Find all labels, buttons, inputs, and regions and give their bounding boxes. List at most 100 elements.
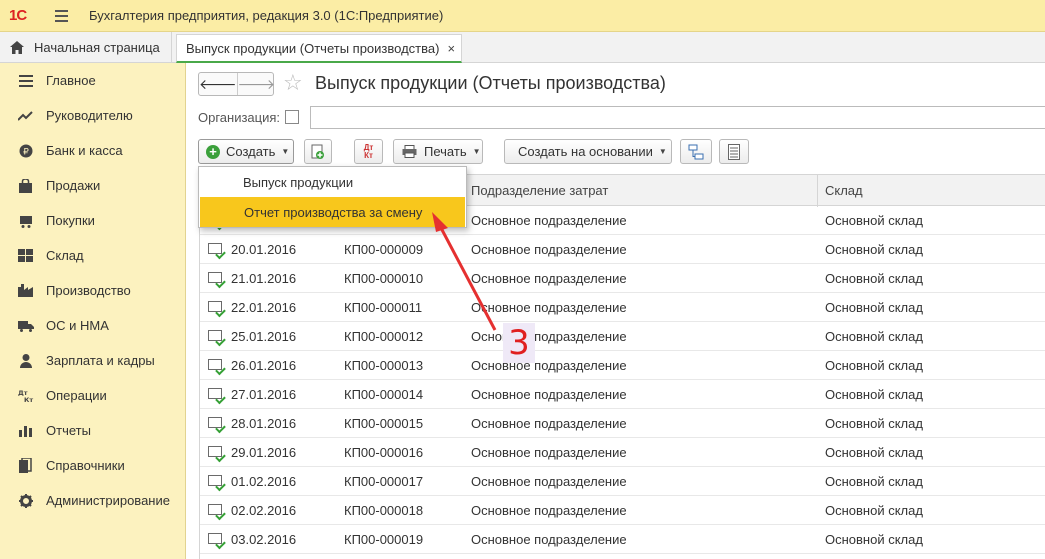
step-number-badge: 3 [503, 323, 535, 363]
cell-department: Основное подразделение [471, 387, 627, 402]
table-row[interactable]: 22.01.2016 КП00-000011 Основное подразделе… [200, 293, 1045, 322]
sidebar: Главное Руководителю ₽ Банк и касса Продажи П… [0, 63, 186, 559]
menu-lines-icon [17, 74, 34, 88]
dt-kt-button[interactable]: Дт Кт [354, 139, 383, 164]
col-header-department[interactable]: Подразделение затрат [471, 183, 608, 198]
sidebar-item[interactable]: Отчеты [0, 413, 185, 448]
sidebar-item[interactable]: Продажи [0, 168, 185, 203]
sidebar-item-label: Главное [46, 73, 96, 88]
cell-department: Основное подразделение [471, 329, 627, 344]
cell-warehouse: Основной склад [825, 213, 923, 228]
create-button[interactable]: + Создать ▼ [198, 139, 294, 164]
cart-icon [17, 214, 34, 228]
table-row[interactable]: 01.02.2016 КП00-000017 Основное подразделе… [200, 467, 1045, 496]
table-row[interactable]: 21.01.2016 КП00-000010 Основное подразделе… [200, 264, 1045, 293]
dt-kt-icon: Дт Кт [17, 389, 34, 403]
sidebar-item[interactable]: Производство [0, 273, 185, 308]
app-title: Бухгалтерия предприятия, редакция 3.0 (1… [89, 8, 444, 23]
table-row[interactable]: 28.01.2016 КП00-000015 Основное подразделе… [200, 409, 1045, 438]
sidebar-item[interactable]: Администрирование [0, 483, 185, 518]
menu-item-product-output[interactable]: Выпуск продукции [199, 167, 466, 197]
posted-document-icon [208, 417, 222, 428]
cell-department: Основное подразделение [471, 503, 627, 518]
posted-document-icon [208, 388, 222, 399]
organization-input[interactable] [310, 106, 1045, 129]
trend-icon [17, 109, 34, 123]
copy-button[interactable] [304, 139, 332, 164]
sidebar-item-label: Банк и касса [46, 143, 123, 158]
back-button[interactable]: 🡐 [199, 73, 237, 95]
sidebar-item[interactable]: Главное [0, 63, 185, 98]
documents-grid: Подразделение затрат Склад Основное подр… [199, 174, 1045, 559]
create-based-on-button[interactable]: Создать на основании ▼ [504, 139, 672, 164]
posted-document-icon [208, 301, 222, 312]
menu-item-shift-production-report[interactable]: Отчет производства за смену [200, 197, 465, 227]
posted-document-icon [208, 330, 222, 341]
organization-checkbox[interactable] [285, 110, 299, 124]
print-button[interactable]: Печать ▼ [393, 139, 483, 164]
cell-number: КП00-000012 [344, 329, 424, 344]
tab-product-output[interactable]: Выпуск продукции (Отчеты производства) × [176, 34, 462, 63]
create-dropdown-menu: Выпуск продукции Отчет производства за с… [198, 166, 467, 228]
favorite-star-icon[interactable]: ☆ [283, 70, 303, 96]
cell-warehouse: Основной склад [825, 445, 923, 460]
warehouse-icon [17, 249, 34, 263]
sidebar-item[interactable]: Справочники [0, 448, 185, 483]
navigation-buttons: 🡐 🡒 [198, 72, 275, 96]
table-row[interactable]: 29.01.2016 КП00-000016 Основное подразделе… [200, 438, 1045, 467]
title-bar: 1С Бухгалтерия предприятия, редакция 3.0… [0, 0, 1045, 32]
sidebar-item[interactable]: Покупки [0, 203, 185, 238]
main-menu-icon[interactable] [55, 9, 77, 22]
sidebar-item[interactable]: ₽ Банк и касса [0, 133, 185, 168]
cell-date: 20.01.2016 [231, 242, 297, 257]
cell-date: 01.02.2016 [231, 474, 297, 489]
column-separator[interactable] [817, 175, 818, 207]
cell-warehouse: Основной склад [825, 503, 923, 518]
books-icon [17, 458, 34, 473]
cell-warehouse: Основной склад [825, 329, 923, 344]
cell-number: КП00-000017 [344, 474, 424, 489]
sidebar-item-label: Зарплата и кадры [46, 353, 155, 368]
table-row[interactable]: 27.01.2016 КП00-000014 Основное подразделе… [200, 380, 1045, 409]
sidebar-item-label: Производство [46, 283, 131, 298]
gear-icon [17, 493, 34, 508]
table-row[interactable]: 03.02.2016 КП00-000019 Основное подразделе… [200, 525, 1045, 554]
sidebar-item[interactable]: Зарплата и кадры [0, 343, 185, 378]
close-tab-icon[interactable]: × [447, 41, 455, 56]
caret-down-icon: ▼ [281, 147, 290, 156]
table-row[interactable]: 25.01.2016 КП00-000012 Основное подразделе… [200, 322, 1045, 351]
table-row[interactable]: 02.02.2016 КП00-000018 Основное подразделе… [200, 496, 1045, 525]
list-settings-button[interactable] [719, 139, 749, 164]
sidebar-item-label: Справочники [46, 458, 125, 473]
cell-number: КП00-000013 [344, 358, 424, 373]
caret-down-icon: ▼ [658, 147, 667, 156]
kt-label: Кт [364, 150, 373, 160]
sidebar-item[interactable]: Дт Кт Операции [0, 378, 185, 413]
plus-icon: + [206, 144, 220, 159]
table-row[interactable]: 26.01.2016 КП00-000013 Основное подразделе… [200, 351, 1045, 380]
col-header-warehouse[interactable]: Склад [825, 183, 863, 198]
sidebar-item[interactable]: Руководителю [0, 98, 185, 133]
create-button-label: Создать [226, 144, 276, 159]
sidebar-item[interactable]: Склад [0, 238, 185, 273]
tab-home[interactable]: Начальная страница [0, 32, 172, 62]
forward-button[interactable]: 🡒 [236, 73, 275, 95]
cell-date: 02.02.2016 [231, 503, 297, 518]
sidebar-item-label: Покупки [46, 213, 95, 228]
cell-department: Основное подразделение [471, 416, 627, 431]
cell-department: Основное подразделение [471, 474, 627, 489]
cell-number: КП00-000011 [344, 300, 423, 315]
posted-document-icon [208, 243, 222, 254]
structure-button[interactable] [680, 139, 712, 164]
coin-icon: ₽ [17, 144, 34, 158]
cell-department: Основное подразделение [471, 445, 627, 460]
person-icon [17, 353, 34, 368]
table-row[interactable]: 20.01.2016 КП00-000009 Основное подразделе… [200, 235, 1045, 264]
cell-department: Основное подразделение [471, 271, 627, 286]
posted-document-icon [208, 359, 222, 370]
sidebar-item[interactable]: ОС и НМА [0, 308, 185, 343]
cell-department: Основное подразделение [471, 358, 627, 373]
svg-text:Кт: Кт [24, 396, 33, 403]
organization-label: Организация: [198, 110, 281, 125]
posted-document-icon [208, 446, 222, 457]
